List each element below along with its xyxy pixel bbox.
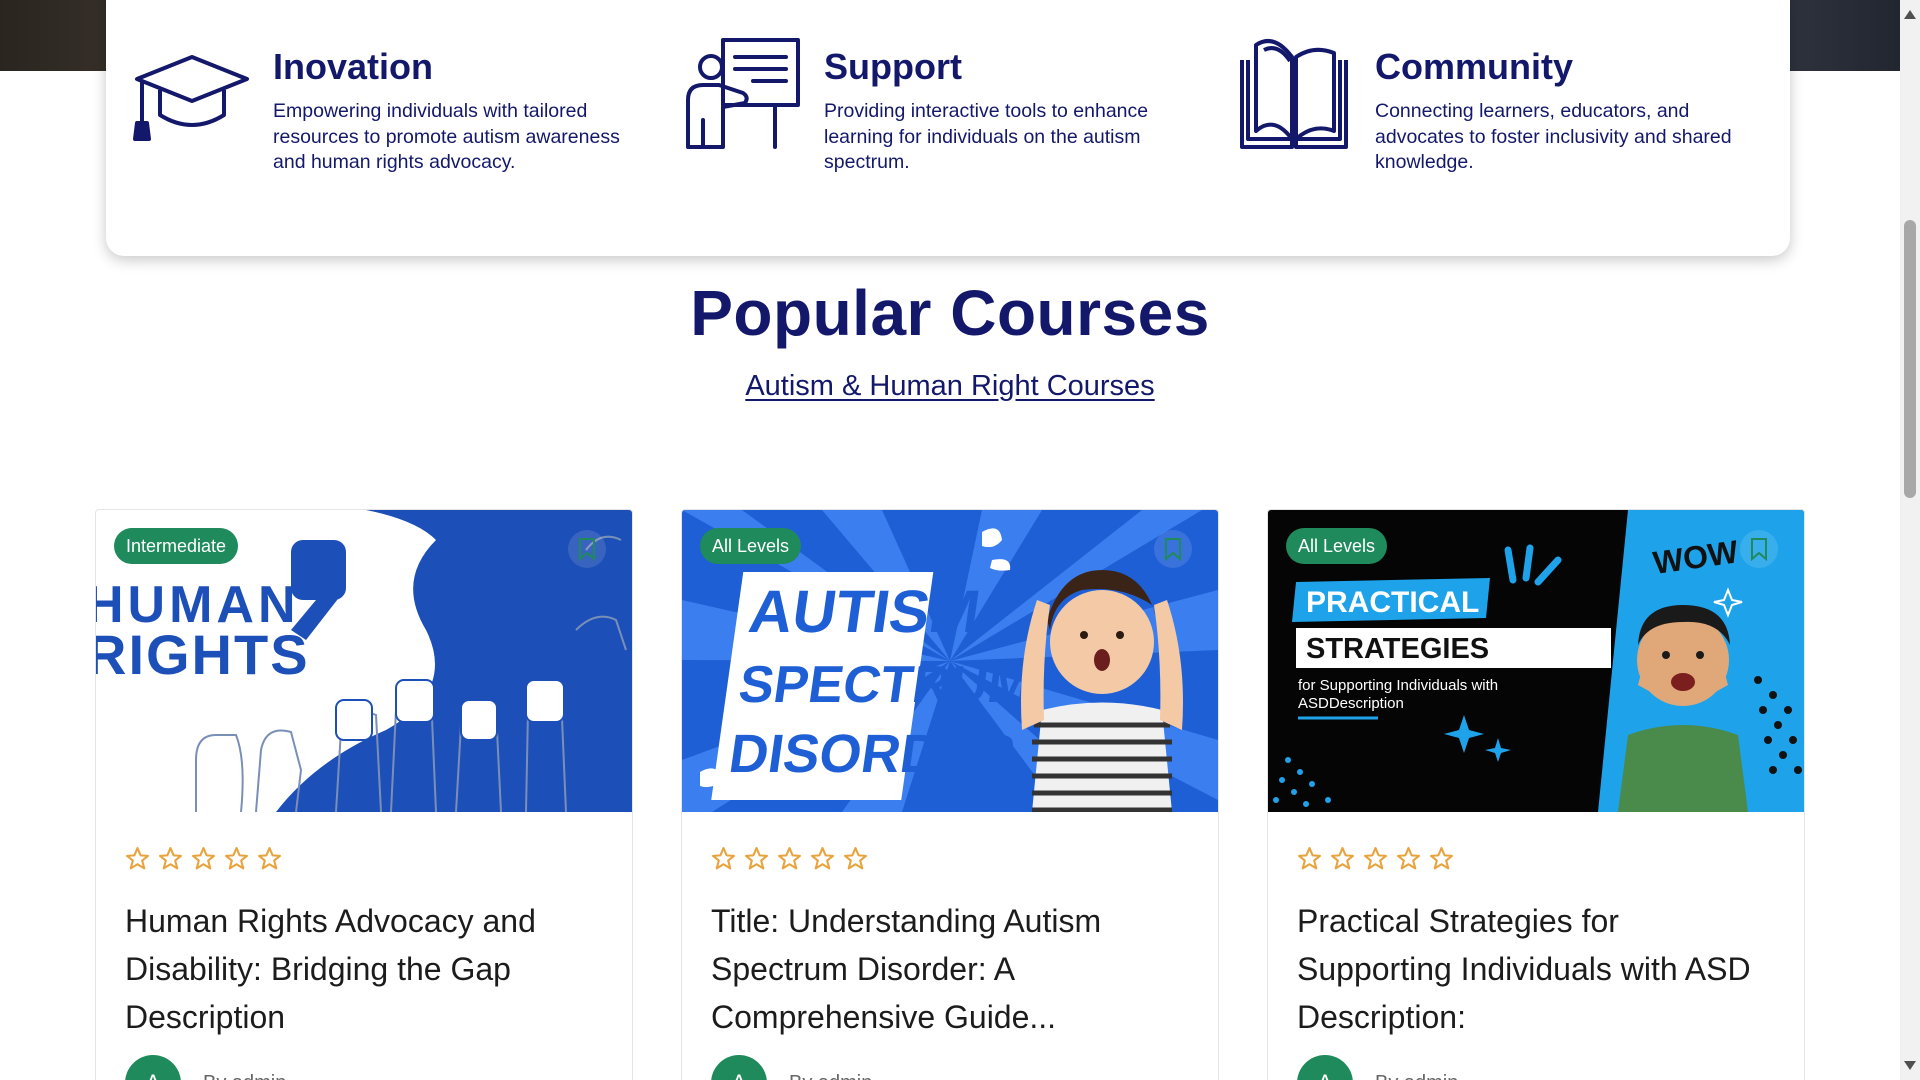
bookmark-icon [1165, 538, 1181, 561]
teacher-board-icon [683, 35, 803, 155]
star-icon [778, 847, 801, 870]
course-thumbnail[interactable]: PRACTICAL STRATEGIES for Supporting Indi… [1268, 510, 1804, 812]
page-scrollbar[interactable] [1900, 0, 1920, 1080]
course-thumbnail[interactable]: AUTISM SPECTRUM DISORDER All Levels [682, 510, 1218, 812]
section-title: Popular Courses [690, 277, 1210, 349]
bookmark-button[interactable] [568, 530, 606, 568]
feature-title: Support [824, 46, 962, 87]
rating-stars [1297, 846, 1454, 871]
thumbnail-text: AUTISM [745, 577, 984, 645]
level-badge: Intermediate [114, 528, 239, 564]
feature-title: Community [1375, 46, 1573, 87]
star-icon [225, 847, 248, 870]
course-card[interactable]: PRACTICAL STRATEGIES for Supporting Indi… [1267, 509, 1805, 1080]
thumbnail-text: for Supporting Individuals with [1298, 677, 1498, 694]
course-author: A By admin [125, 1055, 286, 1080]
star-icon [1364, 847, 1387, 870]
level-badge: All Levels [1286, 528, 1388, 564]
star-icon [258, 847, 281, 870]
thumbnail-text: DISORDER [726, 724, 1019, 784]
rating-stars [711, 846, 868, 871]
course-card[interactable]: HUMAN RIGHTS Intermediate Human Rights A… [95, 509, 633, 1080]
course-thumbnail[interactable]: HUMAN RIGHTS Intermediate [96, 510, 632, 812]
course-author: A By admin [711, 1055, 872, 1080]
level-badge: All Levels [700, 528, 802, 564]
avatar[interactable]: A [1297, 1055, 1353, 1080]
star-icon [1331, 847, 1354, 870]
star-icon [844, 847, 867, 870]
course-author: A By admin [1297, 1055, 1458, 1080]
thumbnail-text: STRATEGIES [1306, 633, 1489, 665]
star-icon [1430, 847, 1453, 870]
star-icon [1298, 847, 1321, 870]
thumbnail-text: SPECTRUM [735, 656, 1035, 714]
bookmark-icon [579, 538, 595, 561]
scroll-up-arrow-icon[interactable] [1904, 10, 1916, 19]
star-icon [1397, 847, 1420, 870]
star-icon [159, 847, 182, 870]
star-icon [712, 847, 735, 870]
author-name[interactable]: By admin [1375, 1072, 1458, 1080]
feature-community: Community Connecting learners, educators… [1208, 0, 1748, 240]
avatar[interactable]: A [711, 1055, 767, 1080]
bookmark-button[interactable] [1740, 530, 1778, 568]
avatar[interactable]: A [125, 1055, 181, 1080]
feature-description: Empowering individuals with tailored res… [273, 100, 620, 174]
courses-category-link-wrap: Autism & Human Right Courses [0, 370, 1900, 403]
course-card[interactable]: AUTISM SPECTRUM DISORDER All Levels Titl… [681, 509, 1219, 1080]
star-icon [811, 847, 834, 870]
scrollbar-thumb[interactable] [1904, 220, 1916, 498]
star-icon [745, 847, 768, 870]
feature-title: Inovation [273, 46, 433, 87]
bookmark-button[interactable] [1154, 530, 1192, 568]
course-title[interactable]: Practical Strategies for Supporting Indi… [1297, 897, 1777, 1041]
courses-category-link[interactable]: Autism & Human Right Courses [745, 370, 1154, 402]
thumbnail-text: ASDDescription [1298, 695, 1404, 712]
features-card: Inovation Empowering individuals with ta… [106, 0, 1790, 256]
author-name[interactable]: By admin [789, 1072, 872, 1080]
course-title[interactable]: Title: Understanding Autism Spectrum Dis… [711, 897, 1191, 1041]
feature-description: Providing interactive tools to enhance l… [824, 100, 1149, 174]
feature-innovation: Inovation Empowering individuals with ta… [106, 0, 646, 240]
open-book-icon [1234, 35, 1354, 155]
star-icon [126, 847, 149, 870]
scroll-down-arrow-icon[interactable] [1904, 1061, 1916, 1070]
rating-stars [125, 846, 282, 871]
author-name[interactable]: By admin [203, 1072, 286, 1080]
feature-support: Support Providing interactive tools to e… [657, 0, 1197, 240]
feature-description: Connecting learners, educators, and advo… [1375, 100, 1732, 174]
thumbnail-text: RIGHTS [96, 623, 310, 686]
thumbnail-text: PRACTICAL [1306, 586, 1479, 619]
bookmark-icon [1751, 538, 1767, 561]
course-title[interactable]: Human Rights Advocacy and Disability: Br… [125, 897, 605, 1041]
graduation-cap-icon [132, 35, 252, 155]
page: Inovation Empowering individuals with ta… [0, 0, 1920, 1080]
star-icon [192, 847, 215, 870]
